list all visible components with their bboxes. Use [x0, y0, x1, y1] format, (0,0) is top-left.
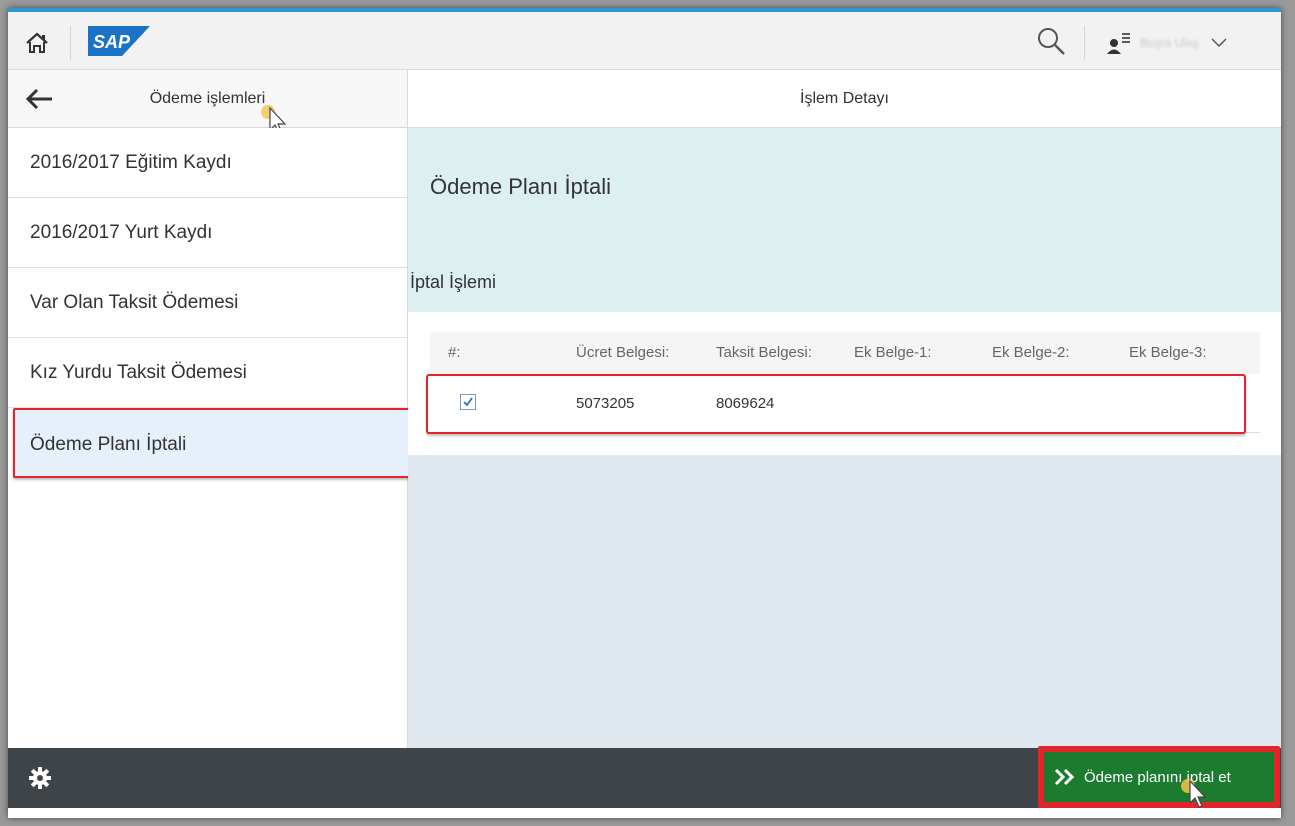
column-header: Ek Belge-3: [1129, 344, 1207, 361]
detail-section-header: Ödeme Planı İptali İptal İşlemi [408, 128, 1281, 312]
table-row[interactable]: 5073205 8069624 [430, 374, 1260, 433]
list-item-kiz-yurdu-taksit[interactable]: Kız Yurdu Taksit Ödemesi [8, 338, 407, 408]
cursor-icon [1180, 776, 1210, 815]
master-list: 2016/2017 Eğitim Kaydı 2016/2017 Yurt Ka… [8, 128, 413, 748]
checkbox-checked-icon[interactable] [460, 394, 476, 410]
back-arrow-icon[interactable] [25, 88, 54, 115]
sap-logo-text: SAP [93, 32, 131, 52]
table-cell-ucret-belgesi: 5073205 [576, 395, 635, 412]
sap-logo[interactable]: SAP [88, 26, 150, 61]
column-header: Taksit Belgesi: [716, 344, 812, 361]
top-divider [70, 26, 71, 60]
home-icon[interactable] [24, 30, 50, 56]
user-menu[interactable]: Buşra Ulaş [1106, 26, 1271, 60]
detail-title: Ödeme Planı İptali [430, 174, 611, 199]
master-header: Ödeme işlemleri [8, 70, 408, 135]
column-header: Ücret Belgesi: [576, 344, 670, 361]
user-name: Buşra Ulaş [1140, 36, 1199, 50]
section-title: İptal İşlemi [410, 272, 497, 292]
list-item-odeme-plani-iptali[interactable]: Ödeme Planı İptali [13, 408, 413, 478]
list-item-yurt-kaydi[interactable]: 2016/2017 Yurt Kaydı [8, 198, 407, 268]
search-icon[interactable] [1036, 26, 1066, 56]
document-table: #: Ücret Belgesi: Taksit Belgesi: Ek Bel… [408, 312, 1281, 455]
list-item-egitim-kaydi[interactable]: 2016/2017 Eğitim Kaydı [8, 128, 407, 198]
double-chevron-right-icon [1054, 768, 1075, 786]
column-header: #: [448, 344, 461, 361]
action-highlight-box: Ödeme planını iptal et [1038, 746, 1280, 808]
master-title: Ödeme işlemleri [149, 90, 266, 107]
app-window: SAP Buşra Ulaş Ödeme işlemleri İşlem Det… [8, 8, 1281, 818]
top-divider [1084, 26, 1085, 60]
chevron-down-icon [1211, 38, 1227, 48]
user-icon [1107, 33, 1130, 54]
column-header: Ek Belge-2: [992, 344, 1070, 361]
detail-page: Ödeme Planı İptali İptal İşlemi #: Ücret… [408, 128, 1281, 748]
cancel-payment-plan-button[interactable]: Ödeme planını iptal et [1044, 752, 1274, 802]
table-header: #: Ücret Belgesi: Taksit Belgesi: Ek Bel… [430, 332, 1260, 374]
master-footer [8, 748, 408, 808]
table-cell-taksit-belgesi: 8069624 [716, 395, 775, 412]
column-header: Ek Belge-1: [854, 344, 932, 361]
list-item-taksit-odemesi[interactable]: Var Olan Taksit Ödemesi [8, 268, 407, 338]
gear-icon[interactable] [28, 766, 52, 795]
detail-header: İşlem Detayı [408, 70, 1281, 128]
shell-bar: SAP Buşra Ulaş [8, 8, 1281, 70]
